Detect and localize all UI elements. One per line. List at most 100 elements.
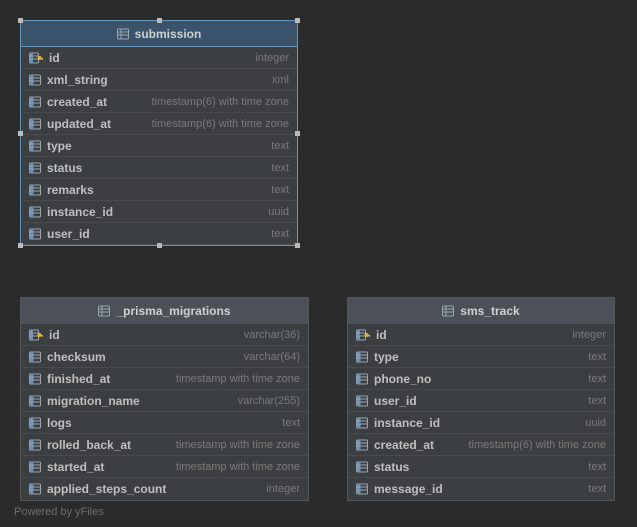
- column-icon: [29, 417, 41, 429]
- column-type: text: [271, 228, 289, 240]
- column-name: created_at: [47, 95, 107, 109]
- column-name: started_at: [47, 460, 104, 474]
- column-row[interactable]: instance_id uuid: [21, 201, 297, 223]
- column-type: text: [588, 483, 606, 495]
- table-title: sms_track: [460, 304, 519, 318]
- column-name: type: [374, 350, 399, 364]
- column-name: instance_id: [374, 416, 440, 430]
- column-row[interactable]: xml_stringxml: [21, 69, 297, 91]
- column-row[interactable]: id integer: [348, 324, 614, 346]
- column-type: timestamp(6) with time zone: [151, 118, 289, 130]
- selection-handle[interactable]: [157, 243, 162, 248]
- column-name: checksum: [47, 350, 106, 364]
- column-icon: [29, 439, 41, 451]
- column-icon: [29, 395, 41, 407]
- column-name: id: [376, 328, 387, 342]
- column-type: text: [588, 461, 606, 473]
- column-row[interactable]: finished_attimestamp with time zone: [21, 368, 308, 390]
- column-type: text: [271, 184, 289, 196]
- column-name: created_at: [374, 438, 434, 452]
- column-name: remarks: [47, 183, 94, 197]
- selection-handle[interactable]: [295, 243, 300, 248]
- selection-handle[interactable]: [18, 131, 23, 136]
- table-header[interactable]: submission: [21, 21, 297, 47]
- column-row[interactable]: typetext: [21, 135, 297, 157]
- column-type: varchar(36): [244, 329, 300, 341]
- selection-handle[interactable]: [18, 18, 23, 23]
- selection-handle[interactable]: [295, 131, 300, 136]
- column-name: status: [47, 161, 82, 175]
- primary-key-icon: [356, 329, 370, 341]
- selection-handle[interactable]: [18, 243, 23, 248]
- selection-handle[interactable]: [295, 18, 300, 23]
- column-name: applied_steps_count: [47, 482, 166, 496]
- column-icon: [356, 351, 368, 363]
- column-row[interactable]: applied_steps_countinteger: [21, 478, 308, 500]
- table-icon: [98, 305, 110, 317]
- column-type: uuid: [268, 206, 289, 218]
- column-icon: [29, 118, 41, 130]
- column-type: text: [271, 162, 289, 174]
- primary-key-icon: [29, 52, 43, 64]
- column-icon: [29, 351, 41, 363]
- column-icon: [356, 373, 368, 385]
- column-icon: [29, 228, 41, 240]
- column-type: varchar(255): [238, 395, 300, 407]
- column-row[interactable]: user_id text: [348, 390, 614, 412]
- column-icon: [29, 461, 41, 473]
- footer-credit: Powered by yFiles: [14, 506, 104, 518]
- column-row[interactable]: status text: [21, 157, 297, 179]
- column-row[interactable]: idvarchar(36): [21, 324, 308, 346]
- column-icon: [29, 206, 41, 218]
- column-icon: [29, 96, 41, 108]
- column-row[interactable]: started_at timestamp with time zone: [21, 456, 308, 478]
- column-row[interactable]: idinteger: [21, 47, 297, 69]
- table-title: _prisma_migrations: [116, 304, 230, 318]
- column-name: logs: [47, 416, 72, 430]
- column-name: instance_id: [47, 205, 113, 219]
- column-name: user_id: [47, 227, 90, 241]
- column-icon: [356, 483, 368, 495]
- column-row[interactable]: checksum varchar(64): [21, 346, 308, 368]
- column-icon: [29, 140, 41, 152]
- column-row[interactable]: created_at timestamp(6) with time zone: [21, 91, 297, 113]
- erd-canvas[interactable]: submission id integer xml_stringxml creat…: [0, 0, 637, 527]
- column-type: integer: [572, 329, 606, 341]
- column-row[interactable]: created_attimestamp(6) with time zone: [348, 434, 614, 456]
- column-type: integer: [255, 52, 289, 64]
- column-type: uuid: [585, 417, 606, 429]
- primary-key-icon: [29, 329, 43, 341]
- column-row[interactable]: updated_attimestamp(6) with time zone: [21, 113, 297, 135]
- column-name: phone_no: [374, 372, 431, 386]
- column-name: finished_at: [47, 372, 110, 386]
- column-row[interactable]: migration_namevarchar(255): [21, 390, 308, 412]
- column-row[interactable]: rolled_back_attimestamp with time zone: [21, 434, 308, 456]
- table-header[interactable]: _prisma_migrations: [21, 298, 308, 324]
- column-name: message_id: [374, 482, 443, 496]
- table-header[interactable]: sms_track: [348, 298, 614, 324]
- column-type: varchar(64): [244, 351, 300, 363]
- table-prisma_migrations[interactable]: _prisma_migrations idvarchar(36) checksu…: [20, 297, 309, 501]
- column-row[interactable]: message_id text: [348, 478, 614, 500]
- column-type: timestamp with time zone: [176, 461, 300, 473]
- column-type: xml: [272, 74, 289, 86]
- column-row[interactable]: typetext: [348, 346, 614, 368]
- column-row[interactable]: instance_id uuid: [348, 412, 614, 434]
- column-icon: [29, 162, 41, 174]
- column-row[interactable]: user_id text: [21, 223, 297, 245]
- column-type: text: [588, 395, 606, 407]
- column-icon: [29, 74, 41, 86]
- column-type: text: [282, 417, 300, 429]
- column-name: user_id: [374, 394, 417, 408]
- column-row[interactable]: phone_notext: [348, 368, 614, 390]
- column-row[interactable]: remarks text: [21, 179, 297, 201]
- column-type: timestamp with time zone: [176, 439, 300, 451]
- table-sms_track[interactable]: sms_track idinteger typetext phone_notex…: [347, 297, 615, 501]
- table-title: submission: [135, 27, 202, 41]
- column-row[interactable]: logs text: [21, 412, 308, 434]
- selection-handle[interactable]: [157, 18, 162, 23]
- column-row[interactable]: statustext: [348, 456, 614, 478]
- table-icon: [117, 28, 129, 40]
- column-type: timestamp(6) with time zone: [151, 96, 289, 108]
- table-submission[interactable]: submission idinteger xml_stringxml creat…: [20, 20, 298, 246]
